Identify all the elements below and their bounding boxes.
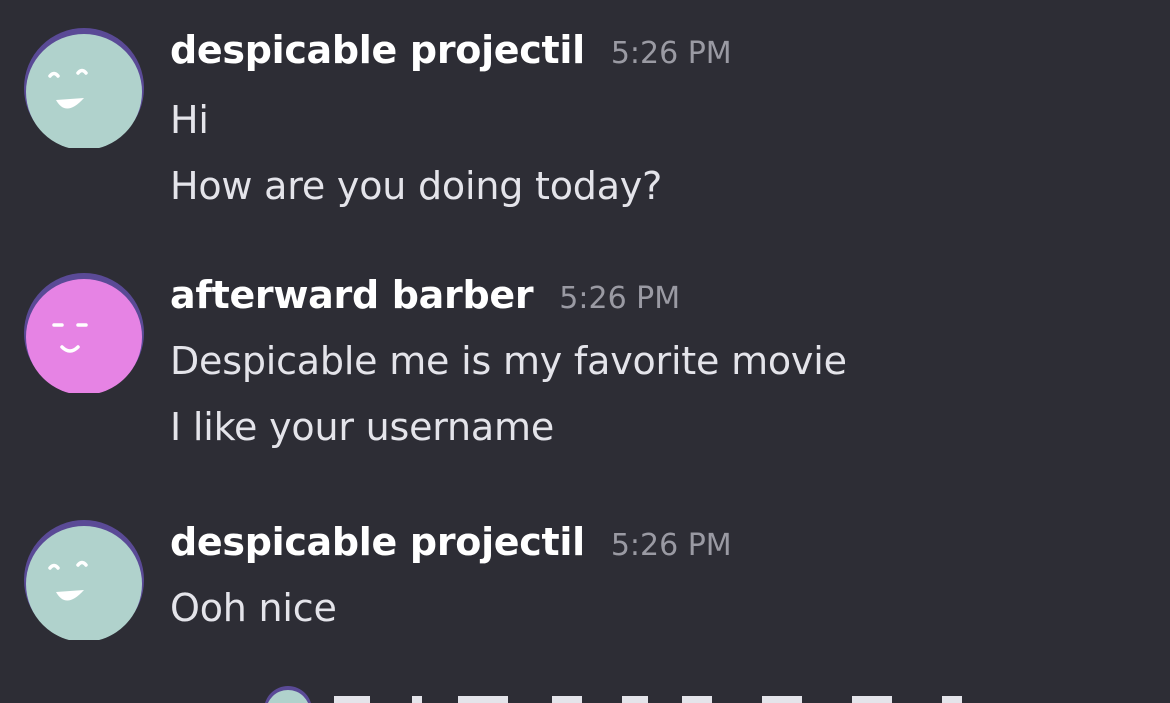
- message-text: Ooh nice: [170, 586, 337, 630]
- message-username[interactable]: despicable projectil: [170, 28, 585, 72]
- message-text: Despicable me is my favorite movie: [170, 339, 847, 383]
- reply-preview-clipped: [265, 686, 962, 703]
- message-username[interactable]: afterward barber: [170, 273, 534, 317]
- message-timestamp: 5:26 PM: [610, 36, 732, 71]
- chat-message-list: despicable projectil 5:26 PM Hi How are …: [0, 0, 1170, 703]
- reply-preview-partial: [262, 684, 1022, 703]
- avatar[interactable]: [24, 273, 144, 393]
- smiley-icon: [24, 520, 144, 640]
- message-text: How are you doing today?: [170, 164, 663, 208]
- message-username[interactable]: despicable projectil: [170, 520, 585, 564]
- message-text: I like your username: [170, 405, 555, 449]
- smiley-icon: [24, 273, 144, 393]
- message-timestamp: 5:26 PM: [559, 281, 681, 316]
- message-text: Hi: [170, 98, 209, 142]
- avatar[interactable]: [24, 28, 144, 148]
- smiley-icon: [24, 28, 144, 148]
- avatar[interactable]: [24, 520, 144, 640]
- message-timestamp: 5:26 PM: [610, 528, 732, 563]
